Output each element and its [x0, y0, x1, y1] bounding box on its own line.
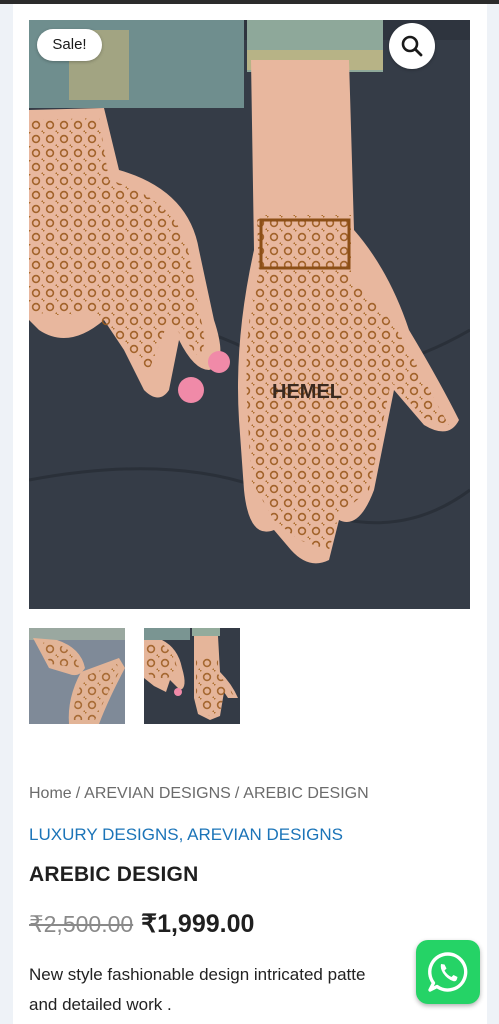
whatsapp-chat-button[interactable]: [416, 940, 480, 1004]
product-categories: LUXURY DESIGNS, AREVIAN DESIGNS: [29, 825, 343, 845]
price-block: ₹2,500.00 ₹1,999.00: [29, 909, 254, 939]
description-line: and detailed work .: [29, 995, 172, 1014]
product-description: New style fashionable design intricated …: [29, 960, 429, 1020]
svg-text:HEMEL: HEMEL: [272, 381, 342, 403]
thumbnail-1[interactable]: [29, 628, 125, 724]
zoom-button[interactable]: [389, 23, 435, 69]
old-price: ₹2,500.00: [29, 911, 134, 937]
sale-price: ₹1,999.00: [141, 910, 255, 938]
breadcrumb: Home / AREVIAN DESIGNS / AREBIC DESIGN: [29, 785, 369, 803]
description-line: New style fashionable design intricated …: [29, 965, 366, 984]
product-card: HEMEL Sale! Home / AREVIAN DESIGNS / ARE…: [13, 4, 487, 1024]
sale-badge: Sale!: [37, 29, 102, 61]
breadcrumb-category[interactable]: AREVIAN DESIGNS: [84, 785, 231, 802]
breadcrumb-home[interactable]: Home: [29, 785, 72, 802]
breadcrumb-current: AREBIC DESIGN: [243, 785, 369, 802]
whatsapp-icon: [428, 952, 468, 992]
category-link-luxury[interactable]: LUXURY DESIGNS: [29, 825, 179, 844]
search-icon: [401, 35, 423, 57]
category-separator: ,: [178, 825, 184, 844]
category-link-arevian[interactable]: AREVIAN DESIGNS: [187, 825, 343, 844]
product-main-image[interactable]: HEMEL: [29, 20, 470, 609]
product-title: AREBIC DESIGN: [29, 863, 199, 886]
breadcrumb-separator: /: [234, 785, 240, 802]
breadcrumb-separator: /: [75, 785, 81, 802]
thumbnail-2[interactable]: [144, 628, 240, 724]
